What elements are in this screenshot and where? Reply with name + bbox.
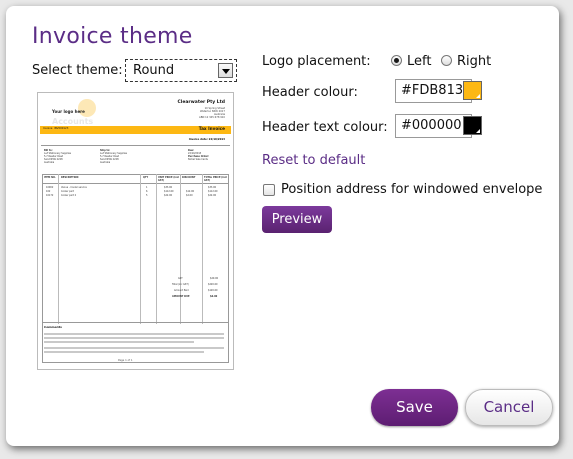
preview-comment-line <box>44 351 204 353</box>
logo-circle-shape <box>78 99 96 117</box>
preview-row-total: $33.00 <box>208 186 217 189</box>
preview-bill-to: Bill to: A-Z Stationery Supplies 5-7 Rea… <box>44 149 71 164</box>
cancel-button[interactable]: Cancel <box>465 389 553 426</box>
preview-divider <box>41 145 230 146</box>
preview-row-item: 10172 <box>46 194 54 197</box>
preview-row-desc: Cooler part 2 <box>61 194 77 197</box>
preview-table-header-rule <box>42 183 229 184</box>
preview-row-item: 102 <box>46 190 51 193</box>
select-theme-label: Select theme: <box>32 63 123 78</box>
header-text-colour-swatch[interactable] <box>463 116 482 135</box>
preview-button[interactable]: Preview <box>262 206 332 233</box>
preview-th-discount: DISCOUNT <box>182 176 196 179</box>
preview-row-qty: 5 <box>146 194 148 197</box>
preview-total-value: $0.00 <box>210 295 218 298</box>
invoice-preview: Your logo here Accounts Clearwater Pty L… <box>37 92 234 370</box>
preview-total-value: $220.00 <box>208 283 218 286</box>
preview-comment-line <box>44 337 224 339</box>
header-colour-swatch[interactable] <box>463 81 482 100</box>
preview-th-total: TOTAL PRICE (incl GST) <box>204 176 227 182</box>
logo-placement-label: Logo placement: <box>262 54 371 69</box>
preview-th-unit: UNIT PRICE (incl GST) <box>158 176 179 182</box>
preview-total-label: AMOUNT DUE <box>172 295 190 298</box>
preview-total-label: Total (inc GST) <box>172 283 189 286</box>
preview-row-discount: $2.00 <box>186 194 193 197</box>
theme-select-value: Round <box>133 63 175 78</box>
preview-total-label: GST <box>178 277 183 280</box>
preview-total-value: $120.00 <box>208 289 218 292</box>
preview-band-left: Invoice: INV000123 <box>43 127 69 130</box>
header-colour-input[interactable]: #FDB813 <box>395 79 472 103</box>
preview-col-line <box>58 174 59 324</box>
preview-col-line <box>202 174 203 324</box>
invoice-theme-dialog: Invoice theme Select theme: Round Your l… <box>6 6 559 446</box>
preview-company-name: Clearwater Pty Ltd <box>177 100 225 105</box>
preview-comments-divider <box>42 322 229 323</box>
preview-row-unit: $22.00 <box>164 194 173 197</box>
preview-row-total: $22.00 <box>208 194 217 197</box>
preview-col-line <box>156 174 157 324</box>
logo-right-label[interactable]: Right <box>457 54 491 69</box>
preview-row-unit: $33.00 <box>164 186 173 189</box>
preview-row-qty: 1 <box>146 186 148 189</box>
logo-right-radio[interactable] <box>441 55 452 66</box>
preview-row-desc: Cooler part <box>61 190 74 193</box>
preview-row-unit: $112.00 <box>164 190 174 193</box>
preview-band-right: Tax Invoice <box>198 126 225 131</box>
preview-row-total: $112.00 <box>208 190 218 193</box>
preview-comments-label: Comments <box>44 325 62 329</box>
windowed-envelope-label[interactable]: Position address for windowed envelope <box>281 182 542 197</box>
header-text-colour-label: Header text colour: <box>262 120 388 135</box>
preview-watermark: Accounts <box>52 117 94 126</box>
dialog-title: Invoice theme <box>32 24 193 49</box>
preview-row-desc: Venue - Cooler service <box>61 186 87 189</box>
preview-comment-line <box>44 333 224 335</box>
chevron-down-icon[interactable] <box>218 63 233 78</box>
logo-left-radio[interactable] <box>391 55 402 66</box>
preview-col-line <box>140 174 141 324</box>
preview-row-qty: 6 <box>146 190 148 193</box>
preview-total-value: $20.00 <box>210 277 219 280</box>
preview-row-item: 10002 <box>46 186 54 189</box>
header-text-colour-input[interactable]: #000000 <box>395 114 472 138</box>
preview-company-address: 10 Spring Street Waterloo NSW 2017 Austr… <box>199 107 225 119</box>
save-button[interactable]: Save <box>371 389 458 426</box>
preview-meta: Due: 22/10/2013 Purchase Order: Nickel S… <box>188 149 210 161</box>
preview-invoice-date: Invoice date: 22/10/2013 <box>188 138 225 141</box>
preview-row-discount: $12.00 <box>186 190 195 193</box>
preview-logo-text: Your logo here <box>52 109 85 114</box>
preview-th-qty: QTY <box>143 176 149 179</box>
preview-comment-line <box>44 341 194 343</box>
preview-comment-line <box>44 347 224 349</box>
windowed-envelope-checkbox[interactable] <box>263 184 275 196</box>
header-colour-label: Header colour: <box>262 85 358 100</box>
preview-col-line <box>180 174 181 324</box>
preview-th-item: ITEM NO. <box>44 176 56 179</box>
preview-th-desc: DESCRIPTION <box>61 176 79 179</box>
reset-to-default-link[interactable]: Reset to default <box>262 153 365 168</box>
logo-left-label[interactable]: Left <box>407 54 431 69</box>
theme-select[interactable]: Round <box>125 59 237 82</box>
preview-ship-to: Ship to: A-Z Stationery Supplies 5-7 Rea… <box>100 149 127 164</box>
preview-page-footer: Page 1 of 1 <box>118 359 133 362</box>
preview-total-label: Amount Paid <box>174 289 189 292</box>
